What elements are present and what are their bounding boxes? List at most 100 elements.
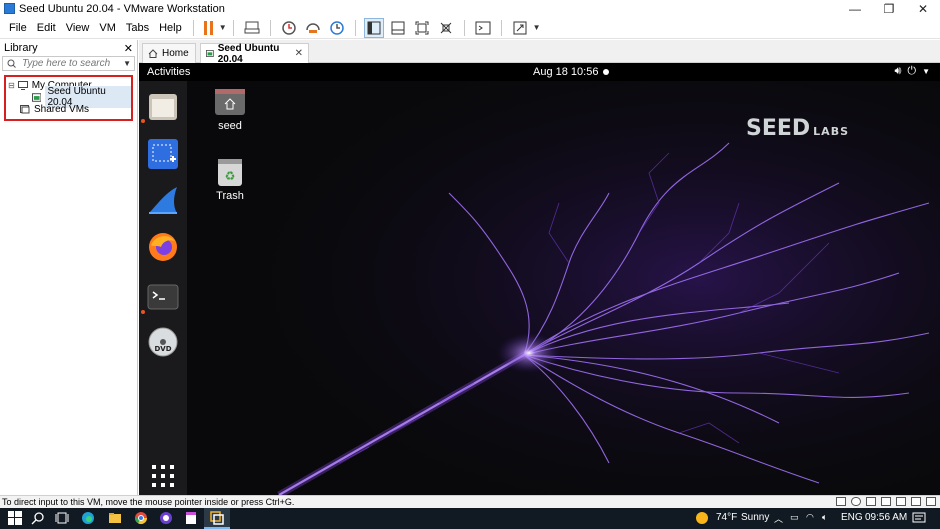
library-title: Library (4, 42, 38, 54)
desktop-trash-label: Trash (216, 190, 244, 202)
vmware-taskbar-button[interactable] (204, 508, 230, 529)
notifications-icon[interactable] (912, 511, 926, 525)
toolbar-divider (354, 19, 356, 36)
tab-seed-ubuntu[interactable]: Seed Ubuntu 20.04 ✕ (200, 43, 309, 65)
windows-start-icon[interactable] (8, 511, 22, 525)
pause-dropdown-icon[interactable]: ▼ (219, 23, 227, 32)
library-close-icon[interactable]: ✕ (124, 42, 133, 55)
stretch-dropdown-icon[interactable]: ▼ (533, 23, 541, 32)
show-applications-icon[interactable] (147, 460, 179, 492)
usb-icon[interactable] (881, 497, 891, 506)
search-dropdown-icon[interactable]: ▼ (123, 57, 131, 71)
battery-icon[interactable]: ▭ (790, 512, 799, 523)
volume-tray-icon[interactable]: 🔈︎ (822, 512, 827, 523)
toolbar-divider (192, 19, 194, 36)
dvd-drive-icon[interactable]: DVD (147, 326, 179, 358)
full-screen-icon[interactable] (412, 18, 432, 38)
stretch-guest-icon[interactable] (510, 18, 530, 38)
firefox-icon[interactable] (147, 231, 179, 263)
revert-snapshot-icon[interactable] (303, 18, 323, 38)
file-explorer-icon[interactable] (108, 511, 122, 525)
vmware-app-icon (4, 3, 15, 14)
message-log-icon[interactable] (926, 497, 936, 506)
files-icon[interactable] (147, 91, 179, 123)
menu-edit[interactable]: Edit (32, 17, 61, 39)
menu-tabs[interactable]: Tabs (121, 17, 154, 39)
display-icon[interactable] (911, 497, 921, 506)
vm-tree: ⊟ My Computer Seed Ubuntu 20.04 Shared V… (4, 75, 133, 121)
send-keys-icon[interactable] (242, 18, 262, 38)
weather-text[interactable]: Sunny (741, 512, 769, 523)
snapshot-icon[interactable] (279, 18, 299, 38)
menu-vm[interactable]: VM (94, 17, 121, 39)
tree-node-shared-vms[interactable]: Shared VMs (20, 103, 89, 115)
status-bar: To direct input to this VM, move the mou… (0, 495, 940, 508)
toolbar-divider (500, 19, 502, 36)
activities-button[interactable]: Activities (147, 66, 190, 78)
trash-icon: ♻ (218, 159, 242, 186)
windows-taskbar: 74°F Sunny ︿ ▭ ◠ 🔈︎ ENG 09:56 AM (0, 508, 940, 529)
vm-display[interactable]: Activities Aug 18 10:56 🔊︎ ⏻ ▼ DVD seed … (139, 63, 940, 495)
system-menu[interactable]: 🔊︎ ⏻ ▼ (894, 65, 930, 78)
tab-home-label: Home (162, 48, 189, 59)
task-view-icon[interactable] (55, 511, 69, 525)
snapshot-manager-icon[interactable] (327, 18, 347, 38)
network-adapter-icon[interactable] (866, 497, 876, 506)
tree-node-seed-ubuntu[interactable]: Seed Ubuntu 20.04 (32, 86, 131, 108)
desktop-trash[interactable]: ♻ Trash (210, 155, 250, 202)
restore-button[interactable]: ❐ (872, 0, 906, 17)
show-library-icon[interactable] (363, 17, 384, 38)
svg-text:♻: ♻ (225, 169, 236, 183)
collapse-icon[interactable]: ⊟ (8, 81, 15, 90)
screenshot-icon[interactable] (147, 138, 179, 170)
notification-dot (603, 69, 609, 75)
thumbnail-bar-icon[interactable] (388, 18, 408, 38)
vmware-icon (210, 511, 224, 525)
sound-card-icon[interactable] (896, 497, 906, 506)
chevron-up-icon[interactable]: ︿ (774, 512, 783, 525)
hard-disk-icon[interactable] (836, 497, 846, 506)
desktop-home-label: seed (218, 120, 242, 132)
terminal-icon[interactable] (147, 281, 179, 313)
seed-labs-logo: SEED LABS (746, 116, 849, 141)
unity-mode-icon[interactable] (436, 18, 456, 38)
tab-close-icon[interactable]: ✕ (295, 48, 303, 59)
chrome-icon[interactable] (134, 511, 148, 525)
gnome-top-bar: Activities Aug 18 10:56 🔊︎ ⏻ ▼ (139, 63, 940, 81)
sun-icon (696, 512, 708, 524)
edge-icon[interactable] (81, 511, 95, 525)
pause-icon[interactable] (202, 18, 216, 38)
cd-dvd-icon[interactable] (851, 497, 861, 506)
tab-strip: Home Seed Ubuntu 20.04 ✕ (139, 40, 940, 65)
minimize-button[interactable]: — (838, 0, 872, 17)
desktop-home-folder[interactable]: seed (210, 87, 250, 132)
notes-icon[interactable] (184, 511, 198, 525)
search-icon[interactable] (31, 511, 45, 525)
console-view-icon[interactable] (473, 18, 493, 38)
toolbar-divider (269, 19, 271, 36)
logo-main-text: SEED (746, 116, 811, 141)
search-placeholder: Type here to search (22, 58, 111, 69)
svg-text:DVD: DVD (154, 345, 171, 353)
computer-icon (17, 80, 28, 90)
vm-icon (206, 50, 214, 57)
menu-file[interactable]: File (4, 17, 32, 39)
ubuntu-dock: DVD (139, 81, 187, 495)
toolbar-divider (232, 19, 234, 36)
device-icons (836, 497, 936, 506)
library-search-input[interactable]: Type here to search ▼ (2, 56, 135, 71)
app-icon[interactable] (159, 511, 173, 525)
system-clock[interactable]: 09:56 AM (865, 512, 907, 523)
menu-view[interactable]: View (61, 17, 95, 39)
language-indicator[interactable]: ENG (841, 512, 863, 523)
weather-temp[interactable]: 74°F (716, 512, 737, 523)
wireshark-icon[interactable] (147, 185, 179, 217)
close-window-button[interactable]: ✕ (906, 0, 940, 17)
logo-sub-text: LABS (813, 125, 850, 138)
clock[interactable]: Aug 18 10:56 (533, 66, 598, 78)
menu-help[interactable]: Help (154, 17, 187, 39)
tab-home[interactable]: Home (142, 43, 196, 63)
home-icon (148, 49, 158, 58)
wifi-icon[interactable]: ◠ (806, 512, 814, 523)
system-menu-caret-icon: ▼ (922, 67, 930, 76)
